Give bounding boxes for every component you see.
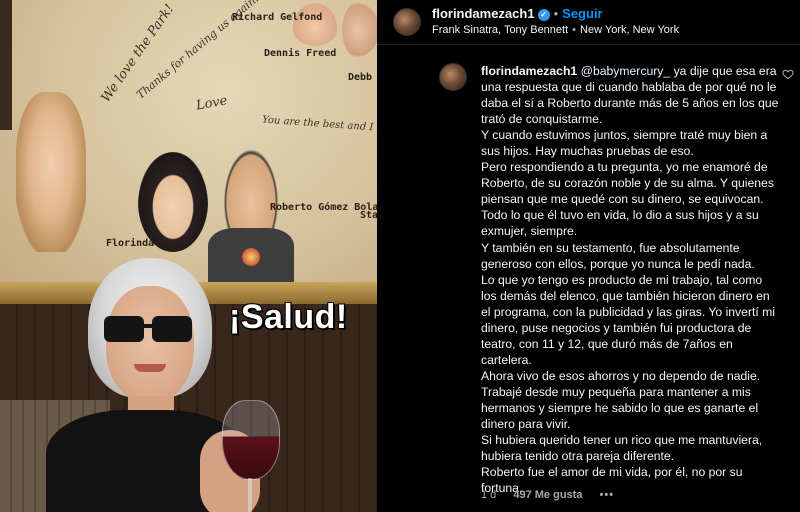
separator-dot: • [572,24,577,36]
woman-face [106,286,194,402]
wine-glass [222,400,280,480]
follow-button[interactable]: Seguir [562,6,602,21]
heart-outline-icon[interactable] [782,68,794,80]
comment-paragraph: Trabajé desde muy pequeña para mantener … [481,384,759,432]
header-subline: Frank Sinatra, Tony Bennett • New York, Ne… [432,24,679,36]
sunglasses [104,316,194,344]
comment-meta: 1 d 497 Me gusta ••• [481,489,628,501]
photo-overlay-text: ¡Salud! [228,297,348,337]
caricature-girl [16,92,86,252]
comment-body: florindamezach1 @babymercury_ ya dije qu… [481,63,781,496]
picture-frame-edge [0,0,12,130]
comment-paragraph: Pero respondiendo a tu pregunta, yo me e… [481,160,774,239]
caricature-top-man [290,0,340,46]
caricature-florinda [138,152,208,252]
caricature-right-edge [342,0,377,60]
wall-signature: Richard Gelfond [232,12,323,23]
profile-avatar[interactable] [393,8,421,36]
post-header: florindamezach1 ✓ • Seguir Frank Sinatra, T… [377,0,800,45]
wall-signature: Dennis Freed [264,48,337,59]
comment-paragraph: Y también en su testamento, fue absoluta… [481,240,755,271]
caricature-flower [240,246,262,268]
header-user-line: florindamezach1 ✓ • Seguir [432,6,603,21]
post-photo[interactable]: We love the Park! Thanks for having us a… [0,0,377,512]
comment-mention[interactable]: @babymercury_ [581,64,671,78]
wall-signature: Sta Bar [360,210,377,221]
comment-paragraph: Y cuando estuvimos juntos, siempre traté… [481,128,768,159]
comment-avatar[interactable] [439,63,467,91]
comment-likes[interactable]: 497 Me gusta [513,489,582,501]
comment-paragraph: Lo que yo tengo es producto de mi trabaj… [481,272,776,367]
comment-paragraph: florindamezach1 @babymercury_ ya dije qu… [481,63,781,127]
comment-username[interactable]: florindamezach1 [481,64,577,78]
wine-glass-stem [248,478,252,512]
comment-options-button[interactable]: ••• [600,489,615,501]
comment-time: 1 d [481,489,497,501]
post-panel: florindamezach1 ✓ • Seguir Frank Sinatra, T… [377,0,800,512]
header-username[interactable]: florindamezach1 [432,6,535,21]
separator-dot: • [553,6,559,21]
wall-signature: Florinda Meza [106,238,185,249]
audio-link[interactable]: Frank Sinatra, Tony Bennett [432,24,568,36]
comment-paragraph: Ahora vivo de esos ahorros y no dependo … [481,368,761,383]
verified-badge-icon: ✓ [537,9,550,21]
woman-smile [134,364,166,372]
wall-signature: Debb [348,72,373,83]
comment-paragraph: Si hubiera querido tener un rico que me … [481,433,763,464]
location-link[interactable]: New York, New York [580,24,679,36]
